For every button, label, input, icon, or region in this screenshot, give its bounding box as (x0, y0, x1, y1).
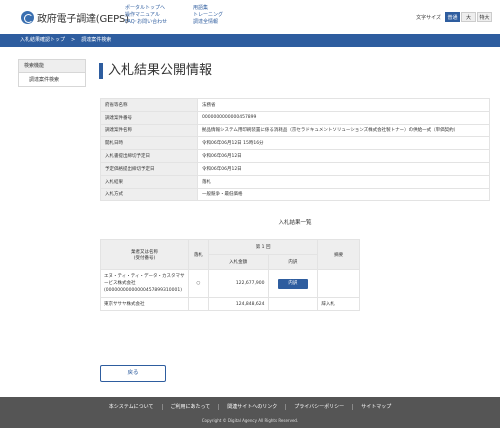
nav-link-glossary[interactable]: 用語集 (193, 5, 223, 12)
site-footer: 本システムについて ご利用にあたって 関連サイトへのリンク プライバシーポリシー… (0, 397, 500, 428)
back-button[interactable]: 戻る (100, 365, 166, 382)
info-value: 令和06年06月12日 (197, 161, 490, 176)
sidebar: 検索機能 調達案件検索 (0, 47, 88, 397)
info-row: 府省等名称 法務省 (100, 98, 490, 112)
company-cell: エヌ・ティ・ティ・データ・カスタマサービス株式会社 (0000000000000… (100, 269, 189, 298)
company-name: エヌ・ティ・ティ・データ・カスタマサービス株式会社 (104, 274, 185, 286)
info-label: 府省等名称 (100, 98, 198, 112)
nav-link-manual[interactable]: 操作マニュアル (125, 12, 167, 19)
col-company: 業者又は名称 (受付番号) (100, 239, 189, 270)
bid-results-table: 業者又は名称 (受付番号) 落札 第 1 回 摘要 入札金額 内訳 エヌ・ティ・… (100, 239, 360, 311)
info-value: 令和06年06月12日 (197, 149, 490, 163)
amount-cell: 124,848,624 (207, 297, 269, 311)
font-size-switcher: 文字サイズ 普通 大 特大 (416, 12, 492, 22)
info-row: 予定価格提出締切予定日 令和06年06月12日 (100, 161, 490, 176)
info-value: 落札 (197, 174, 490, 189)
font-size-label: 文字サイズ (416, 14, 441, 21)
chevron-right-icon: > (71, 37, 76, 43)
header-nav-col1: ポータルトップへ 操作マニュアル FAQ･お問い合わせ (125, 5, 167, 26)
logo-text: 政府電子調達(GEPS) (37, 14, 129, 25)
col-amount: 入札金額 (207, 254, 269, 270)
breadcrumb-item-search: 調達案件検索 (81, 37, 112, 43)
font-size-xlarge-button[interactable]: 特大 (477, 12, 492, 22)
nav-link-all-info[interactable]: 調達全情報 (193, 19, 223, 26)
info-label: 入札書提出締切予定日 (100, 149, 198, 163)
sidebar-menu: 検索機能 調達案件検索 (18, 59, 86, 87)
main-content: 入札結果公開情報 府省等名称 法務省 調達案件番号 00000000000004578… (88, 47, 500, 397)
copyright: Copyright © Digital Agency All Rights Re… (201, 418, 299, 423)
title-accent-bar (99, 63, 103, 79)
remarks-cell: 辞入札 (317, 297, 360, 311)
col-award: 落札 (187, 239, 209, 270)
site-header: 政府電子調達(GEPS) ポータルトップへ 操作マニュアル FAQ･お問い合わせ… (0, 0, 500, 34)
footer-link-usage[interactable]: ご利用にあたって (161, 404, 219, 410)
footer-link-related[interactable]: 関連サイトへのリンク (218, 404, 285, 410)
info-label: 入札方式 (100, 187, 198, 202)
header-nav-col2: 用語集 トレーニング 調達全情報 (193, 5, 223, 26)
col-remarks: 摘要 (317, 239, 360, 270)
info-value: 令和06年06月12日 15時16分 (197, 136, 490, 151)
col-round: 第 1 回 (207, 239, 319, 255)
info-row: 入札方式 一般競争・最低価格 (100, 187, 490, 202)
nav-link-portal-top[interactable]: ポータルトップへ (125, 5, 167, 12)
amount-cell: 122,677,900 (207, 269, 269, 298)
page-title: 入札結果公開情報 (108, 63, 213, 78)
font-size-large-button[interactable]: 大 (461, 12, 476, 22)
award-cell: ○ (187, 269, 209, 298)
info-label: 予定価格提出締切予定日 (100, 161, 198, 176)
footer-links: 本システムについて ご利用にあたって 関連サイトへのリンク プライバシーポリシー… (0, 404, 500, 410)
info-label: 調達案件名称 (100, 123, 198, 138)
nav-link-training[interactable]: トレーニング (193, 12, 223, 19)
results-title: 入札結果一覧 (278, 220, 312, 226)
detail-cell (267, 297, 319, 311)
nav-link-faq[interactable]: FAQ･お問い合わせ (125, 19, 167, 26)
sidebar-item-case-search[interactable]: 調達案件検索 (19, 72, 85, 86)
breadcrumb: 入札結果確認トップ > 調達案件検索 (0, 34, 500, 47)
info-value: 一般競争・最低価格 (197, 187, 490, 202)
detail-cell: 内訳 (267, 269, 319, 298)
info-label: 開札日時 (100, 136, 198, 151)
remarks-cell (317, 269, 360, 298)
info-value: 0000000000000457899 (197, 110, 490, 125)
col-detail: 内訳 (267, 254, 319, 270)
bid-info-table: 府省等名称 法務省 調達案件番号 0000000000000457899 調達案件名称拠… (100, 98, 490, 202)
table-row: 東京ササヤ株式会社 124,848,624 辞入札 (100, 297, 360, 311)
info-row: 開札日時 令和06年06月12日 15時16分 (100, 136, 490, 151)
award-cell (187, 297, 209, 311)
info-row: 入札書提出締切予定日 令和06年06月12日 (100, 149, 490, 163)
info-label: 調達案件番号 (100, 110, 198, 125)
table-row: エヌ・ティ・ティ・データ・カスタマサービス株式会社 (0000000000000… (100, 269, 360, 298)
info-label: 入札結果 (100, 174, 198, 189)
company-name: 東京ササヤ株式会社 (104, 302, 145, 307)
info-row: 調達案件名称 拠品情報システム用印刷装置に係る消耗品（京セラドキュメントソリューシ… (100, 123, 490, 138)
receipt-number: (00000000000000457899310001) (104, 288, 182, 293)
site-logo[interactable]: 政府電子調達(GEPS) (21, 10, 129, 25)
footer-link-sitemap[interactable]: サイトマップ (352, 404, 399, 410)
info-row: 入札結果 落札 (100, 174, 490, 189)
info-value: 法務省 (197, 98, 490, 112)
company-cell: 東京ササヤ株式会社 (100, 297, 189, 311)
detail-button[interactable]: 内訳 (277, 278, 308, 289)
font-size-normal-button[interactable]: 普通 (445, 12, 460, 22)
geps-logo-icon (21, 11, 34, 24)
info-value: 拠品情報システム用印刷装置に係る消耗品（京セラドキュメントソリューションズ株式会… (197, 123, 490, 138)
footer-link-about[interactable]: 本システムについて (101, 404, 162, 410)
sidebar-heading: 検索機能 (19, 60, 85, 72)
breadcrumb-item-top[interactable]: 入札結果確認トップ (20, 37, 65, 43)
info-row: 調達案件番号 0000000000000457899 (100, 110, 490, 125)
footer-link-privacy[interactable]: プライバシーポリシー (285, 404, 352, 410)
